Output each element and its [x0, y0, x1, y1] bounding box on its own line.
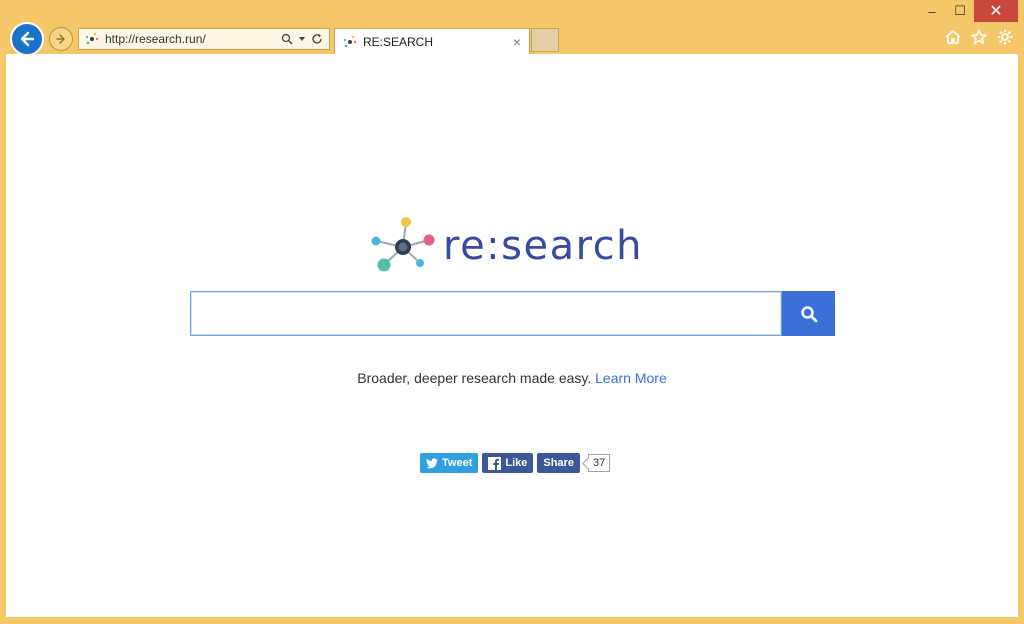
tab-title: RE:SEARCH	[363, 34, 434, 49]
window-controls: – ☐ ✕	[918, 0, 1018, 24]
tagline-text: Broader, deeper research made easy.	[357, 370, 592, 386]
arrow-left-icon	[20, 31, 35, 47]
search-button[interactable]	[782, 291, 835, 336]
minimize-button[interactable]: –	[918, 0, 946, 22]
new-tab-button[interactable]	[531, 28, 559, 52]
home-icon[interactable]	[944, 28, 962, 46]
browser-chrome: – ☐ ✕ http://research.run/ RE:SEARCH ×	[0, 0, 1024, 56]
search-input[interactable]	[190, 291, 782, 336]
social-buttons: Tweet Like Share 37	[420, 453, 611, 473]
refresh-icon[interactable]	[311, 33, 323, 45]
tab-favicon-icon	[343, 35, 357, 47]
tweet-label: Tweet	[442, 457, 473, 469]
star-icon[interactable]	[970, 28, 988, 46]
research-logo[interactable]: re:search	[363, 214, 643, 278]
search-icon	[800, 305, 817, 322]
chevron-down-icon[interactable]	[298, 35, 306, 43]
page-viewport: re:search Broader, deeper research made …	[6, 54, 1018, 617]
search-bar	[190, 291, 835, 336]
tab-research[interactable]: RE:SEARCH ×	[334, 28, 530, 54]
address-bar[interactable]: http://research.run/	[78, 28, 330, 50]
close-window-button[interactable]: ✕	[974, 0, 1018, 22]
site-favicon-icon	[85, 32, 99, 45]
share-count: 37	[587, 454, 611, 472]
molecule-logo-icon	[371, 217, 435, 272]
maximize-button[interactable]: ☐	[946, 0, 974, 22]
arrow-right-icon	[56, 34, 65, 44]
address-url[interactable]: http://research.run/	[105, 32, 281, 46]
like-button[interactable]: Like	[482, 453, 534, 473]
tweet-button[interactable]: Tweet	[420, 453, 479, 473]
share-label: Share	[543, 457, 574, 469]
forward-button[interactable]	[49, 27, 73, 51]
share-button[interactable]: Share	[537, 453, 580, 473]
tab-close-icon[interactable]: ×	[513, 34, 521, 50]
back-button[interactable]	[10, 22, 44, 56]
like-label: Like	[505, 457, 528, 469]
search-icon[interactable]	[281, 33, 293, 45]
gear-icon[interactable]	[996, 28, 1014, 46]
learn-more-link[interactable]: Learn More	[595, 370, 667, 386]
logo-text: re:search	[443, 223, 644, 269]
facebook-icon	[488, 456, 502, 470]
tagline: Broader, deeper research made easy. Lear…	[6, 370, 1018, 386]
twitter-bird-icon	[426, 457, 438, 468]
toolbar-right	[944, 28, 1014, 46]
